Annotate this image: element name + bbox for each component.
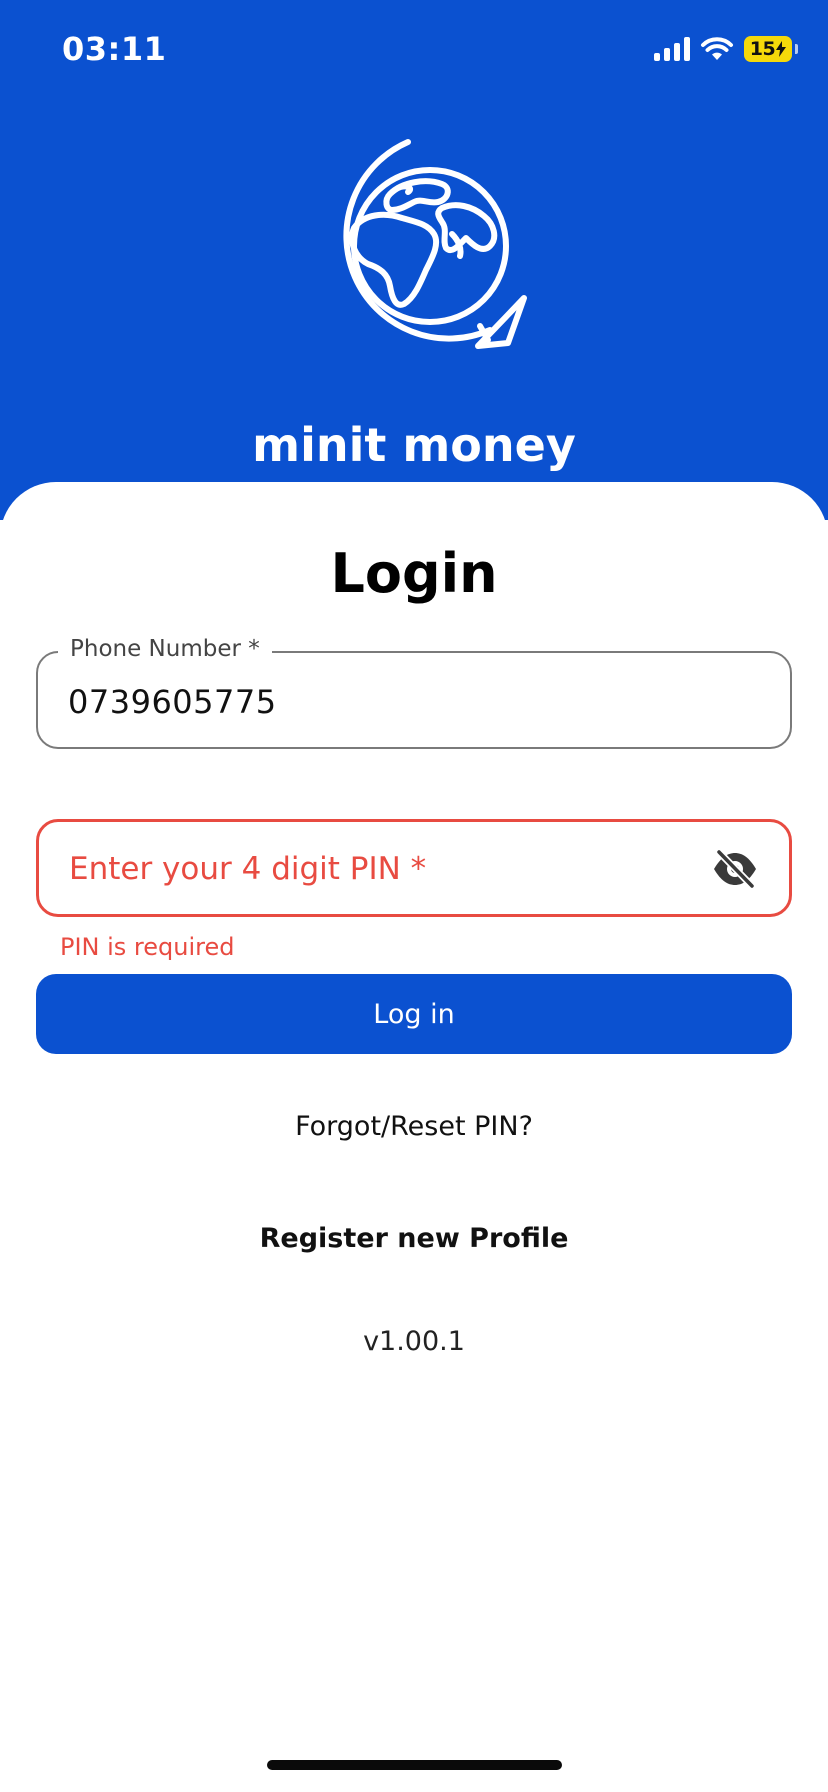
header-banner: 03:11 15 minit money: [0, 0, 828, 520]
brand-name: minit money: [252, 418, 576, 472]
status-time: 03:11: [62, 30, 167, 68]
login-button[interactable]: Log in: [36, 974, 792, 1054]
eye-off-icon[interactable]: [711, 848, 759, 890]
phone-number-value[interactable]: 0739605775: [68, 683, 277, 721]
phone-number-field[interactable]: Phone Number * 0739605775: [36, 636, 792, 749]
wifi-icon: [701, 37, 733, 60]
pin-placeholder: Enter your 4 digit PIN *: [69, 851, 427, 887]
status-bar: 03:11 15: [0, 0, 828, 100]
globe-arrow-icon: [343, 139, 527, 349]
login-title: Login: [330, 542, 498, 605]
battery-charging-icon: 15: [744, 36, 798, 62]
register-profile-link[interactable]: Register new Profile: [0, 1223, 828, 1254]
home-indicator[interactable]: [267, 1760, 562, 1770]
status-icons: 15: [654, 34, 798, 64]
forgot-pin-link[interactable]: Forgot/Reset PIN?: [0, 1111, 828, 1142]
app-version: v1.00.1: [363, 1326, 465, 1357]
pin-field[interactable]: Enter your 4 digit PIN *: [36, 819, 792, 917]
pin-error-message: PIN is required: [60, 933, 235, 961]
bolt-icon: [776, 41, 787, 57]
signal-icon: [654, 37, 690, 61]
phone-number-label: Phone Number *: [58, 636, 272, 662]
battery-level: 15: [749, 38, 776, 60]
